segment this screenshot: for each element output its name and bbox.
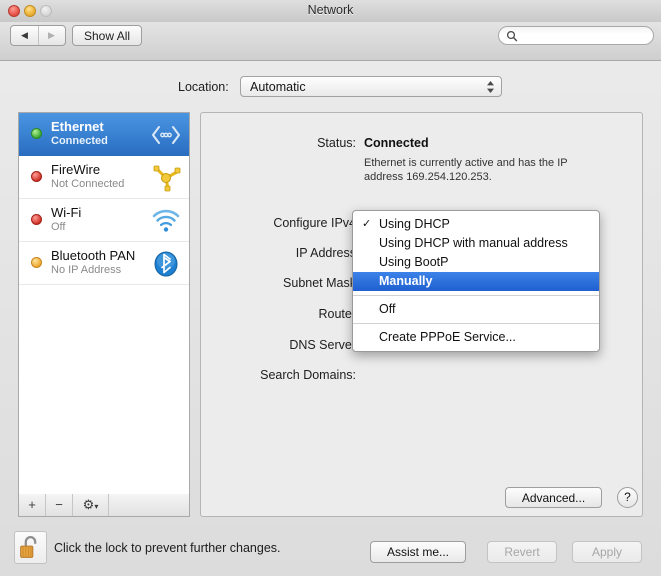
network-services-list[interactable]: Ethernet Connected FireWire Not Connecte… (18, 112, 190, 495)
menu-item-label: Using BootP (379, 255, 449, 269)
location-label: Location: (178, 80, 229, 94)
bluetooth-icon (154, 251, 178, 277)
show-all-button[interactable]: Show All (72, 25, 143, 46)
unlocked-padlock-icon (20, 536, 37, 558)
service-status: Connected (51, 135, 108, 147)
ip-address-label: IP Address (295, 246, 356, 260)
sidebar-item-firewire[interactable]: FireWire Not Connected (19, 156, 189, 199)
configure-ipv4-menu[interactable]: ✓ Using DHCP Using DHCP with manual addr… (352, 210, 600, 352)
help-button[interactable]: ? (617, 487, 638, 508)
service-status: No IP Address (51, 264, 122, 276)
menu-item-label: Using DHCP with manual address (379, 236, 568, 250)
service-status: Off (51, 221, 66, 233)
location-popup-button[interactable]: Automatic (240, 76, 502, 97)
menu-item-manually[interactable]: Manually (353, 272, 599, 291)
menu-item-using-dhcp[interactable]: ✓ Using DHCP (353, 215, 599, 234)
location-value: Automatic (250, 80, 306, 94)
menu-separator (353, 323, 599, 324)
add-service-button[interactable]: + (19, 494, 46, 516)
service-name: FireWire (51, 162, 101, 177)
window-title: Network (307, 3, 354, 17)
gear-icon: ⚙ (82, 497, 95, 512)
search-icon (506, 30, 518, 42)
menu-item-using-bootp[interactable]: Using BootP (353, 253, 599, 272)
menu-separator (353, 295, 599, 296)
checkmark-icon: ✓ (362, 218, 372, 230)
status-dot-orange (31, 257, 42, 268)
back-button[interactable]: ◀ (11, 26, 39, 45)
menu-item-label: Off (379, 302, 396, 316)
status-description: Ethernet is currently active and has the… (364, 157, 568, 183)
service-status: Not Connected (51, 178, 125, 190)
advanced-button[interactable]: Advanced... (505, 487, 602, 508)
status-label: Status: (317, 136, 356, 150)
menu-item-create-pppoe-service[interactable]: Create PPPoE Service... (353, 328, 599, 347)
status-dot-green (31, 128, 42, 139)
dns-server-label: DNS Server (289, 338, 356, 352)
menu-item-label: Using DHCP (379, 217, 450, 231)
menu-item-label: Create PPPoE Service... (379, 330, 516, 344)
forward-button: ▶ (48, 30, 55, 40)
ethernet-icon (152, 126, 180, 144)
action-gear-button[interactable]: ⚙▾ (73, 494, 109, 516)
wifi-icon (152, 209, 180, 232)
sidebar-item-wifi[interactable]: Wi-Fi Off (19, 199, 189, 242)
status-dot-red (31, 171, 42, 182)
status-value: Connected (364, 136, 429, 150)
menu-item-using-dhcp-with-manual-address[interactable]: Using DHCP with manual address (353, 234, 599, 253)
menu-item-label: Manually (379, 274, 433, 288)
sidebar-item-ethernet[interactable]: Ethernet Connected (19, 113, 189, 156)
search-input[interactable] (521, 28, 651, 45)
apply-button: Apply (572, 541, 642, 563)
sidebar-action-bar: + − ⚙▾ (18, 494, 190, 517)
revert-button: Revert (487, 541, 557, 563)
navigation-segmented-control[interactable]: ◀ ▶ (10, 25, 66, 46)
remove-service-button[interactable]: − (46, 494, 73, 516)
service-name: Bluetooth PAN (51, 248, 136, 263)
router-label: Router (318, 307, 356, 321)
stepper-arrows-icon (487, 81, 494, 93)
network-preferences-window: Network ◀ ▶ Show All Location: Automatic… (0, 0, 661, 576)
configure-ipv4-label: Configure IPv4 (273, 216, 356, 230)
lock-button[interactable] (14, 531, 47, 564)
chevron-down-icon: ▾ (94, 502, 99, 511)
search-domains-label: Search Domains: (260, 368, 356, 382)
firewire-icon (153, 165, 181, 192)
menu-item-off[interactable]: Off (353, 300, 599, 319)
service-name: Wi-Fi (51, 205, 82, 220)
sidebar-item-bluetooth-pan[interactable]: Bluetooth PAN No IP Address (19, 242, 189, 285)
subnet-mask-label: Subnet Mask (283, 276, 356, 290)
lock-message: Click the lock to prevent further change… (54, 541, 281, 555)
status-dot-red (31, 214, 42, 225)
assist-me-button[interactable]: Assist me... (370, 541, 466, 563)
service-name: Ethernet (51, 119, 104, 134)
title-bar: Network (0, 0, 661, 23)
search-field[interactable] (498, 26, 654, 45)
